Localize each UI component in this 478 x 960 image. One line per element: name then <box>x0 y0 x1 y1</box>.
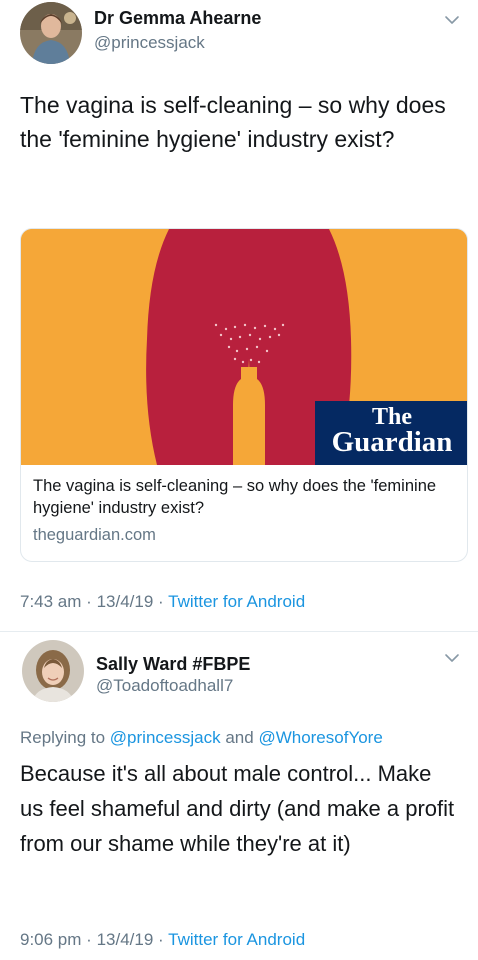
card-image: The Guardian <box>21 229 467 465</box>
tweet-date[interactable]: 13/4/19 <box>97 592 154 611</box>
meta-separator: · <box>86 930 92 949</box>
avatar-image <box>22 640 84 702</box>
meta-separator: · <box>158 930 164 949</box>
mention-link[interactable]: @princessjack <box>110 728 221 747</box>
tweet-date[interactable]: 13/4/19 <box>97 930 154 949</box>
tweet-source[interactable]: Twitter for Android <box>168 592 305 611</box>
avatar[interactable] <box>20 2 82 64</box>
logo-line-guardian: Guardian <box>331 426 453 458</box>
avatar-image <box>20 2 82 64</box>
tweet-text: The vagina is self-cleaning – so why doe… <box>20 92 446 152</box>
author-handle[interactable]: @Toadoftoadhall7 <box>96 676 233 696</box>
mention-link[interactable]: @WhoresofYore <box>258 728 382 747</box>
tweet-reply: Sally Ward #FBPE @Toadoftoadhall7 Replyi… <box>0 632 478 960</box>
meta-separator: · <box>86 592 92 611</box>
author-name[interactable]: Dr Gemma Ahearne <box>94 8 261 29</box>
chevron-down-icon[interactable] <box>444 12 460 28</box>
avatar[interactable] <box>22 640 84 702</box>
tweet-text: Because it's all about male control... M… <box>20 761 455 856</box>
replying-and: and <box>225 728 254 747</box>
replying-prefix: Replying to <box>20 728 106 747</box>
tweet-main: Dr Gemma Ahearne @princessjack The vagin… <box>0 0 478 632</box>
meta-separator: · <box>158 592 164 611</box>
replying-to: Replying to @princessjack and @WhoresofY… <box>20 728 383 748</box>
tweet-meta: 9:06 pm · 13/4/19 · Twitter for Android <box>20 930 305 950</box>
tweet-time[interactable]: 9:06 pm <box>20 930 81 949</box>
author-name[interactable]: Sally Ward #FBPE <box>96 654 250 675</box>
tweet-time[interactable]: 7:43 am <box>20 592 81 611</box>
tweet-meta: 7:43 am · 13/4/19 · Twitter for Android <box>20 592 305 612</box>
tweet-source[interactable]: Twitter for Android <box>168 930 305 949</box>
guardian-logo: The Guardian <box>315 401 467 465</box>
author-handle[interactable]: @princessjack <box>94 33 205 53</box>
chevron-down-icon[interactable] <box>444 650 460 666</box>
card-title[interactable]: The vagina is self-cleaning – so why doe… <box>33 475 453 519</box>
link-card[interactable]: The Guardian The vagina is self-cleaning… <box>20 228 468 562</box>
card-domain: theguardian.com <box>33 526 156 544</box>
